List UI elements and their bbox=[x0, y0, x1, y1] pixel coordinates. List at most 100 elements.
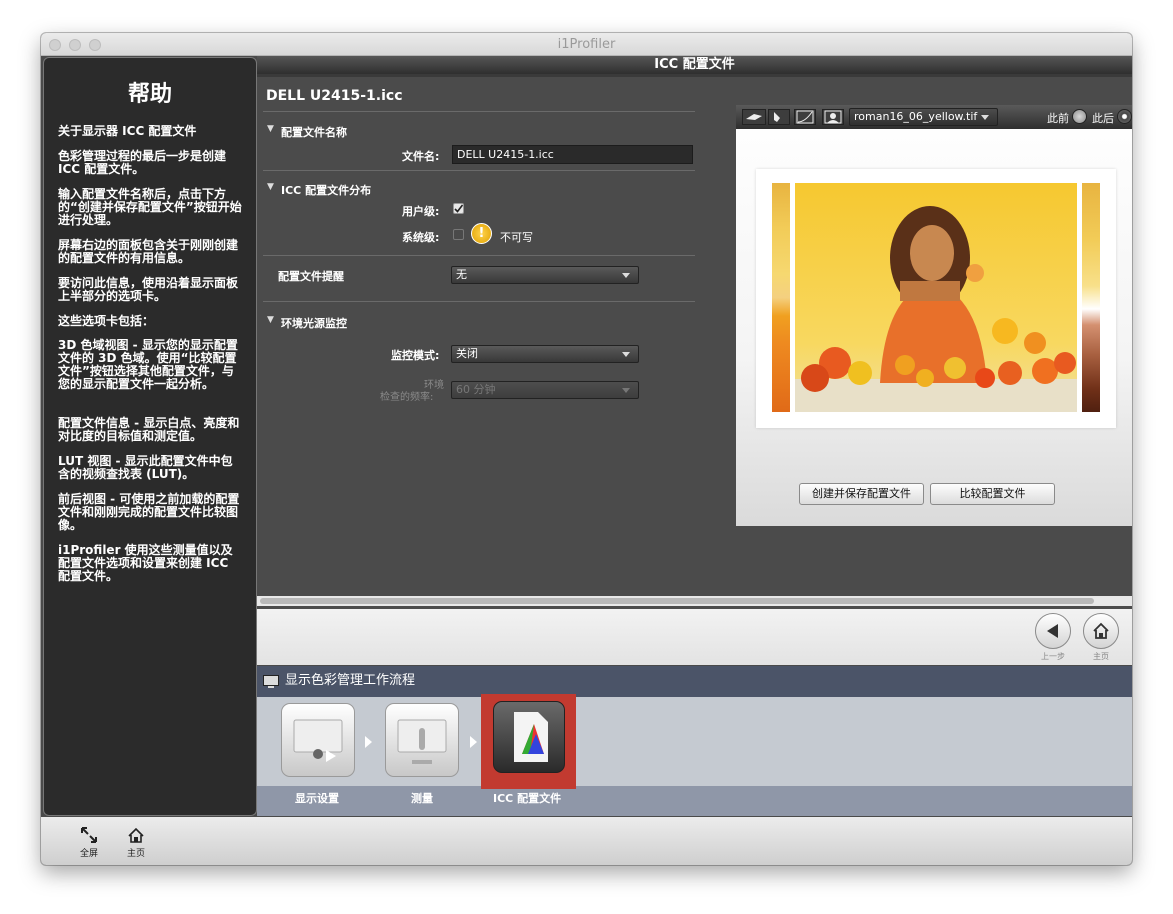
section-profile-distribution: ICC 配置文件分布 bbox=[281, 184, 372, 197]
navigation-area: 上一步 主页 bbox=[257, 609, 1132, 665]
back-label: 上一步 bbox=[1041, 652, 1065, 661]
app-window: i1Profiler 帮助 关于显示器 ICC 配置文件 色彩管理过程的最后一步… bbox=[41, 33, 1132, 865]
chevron-down-icon bbox=[622, 388, 630, 393]
divider bbox=[263, 111, 695, 112]
image-select-dropdown[interactable]: roman16_06_yellow.tif bbox=[849, 108, 998, 126]
home-icon bbox=[1093, 622, 1109, 639]
monitor-mode-dropdown[interactable]: 关闭 bbox=[451, 345, 639, 363]
step-icc-profile[interactable] bbox=[493, 701, 565, 773]
collapse-triangle-icon[interactable]: ▼ bbox=[267, 182, 274, 192]
main-header: ICC 配置文件 bbox=[257, 56, 1132, 74]
eye-view-icon[interactable] bbox=[742, 109, 766, 125]
help-paragraph: i1Profiler 使用这些测量值以及配置文件选项和设置来创建 ICC 配置文… bbox=[58, 543, 233, 583]
before-label: 此前 bbox=[1047, 112, 1069, 125]
window-title: i1Profiler bbox=[557, 37, 616, 52]
collapse-triangle-icon[interactable]: ▼ bbox=[267, 315, 274, 325]
user-level-checkbox[interactable] bbox=[453, 203, 464, 214]
chevron-down-icon bbox=[622, 273, 630, 278]
filename-input[interactable]: DELL U2415-1.icc bbox=[452, 145, 693, 164]
help-paragraph: LUT 视图 - 显示此配置文件中包含的视频查找表 (LUT)。 bbox=[58, 454, 233, 481]
help-title: 帮助 bbox=[127, 82, 172, 107]
chevron-down-icon bbox=[622, 352, 630, 357]
divider bbox=[263, 255, 695, 256]
fullscreen-icon[interactable] bbox=[81, 827, 97, 843]
main-panel: ICC 配置文件 DELL U2415-1.icc ▼ 配置文件名称 文件名: … bbox=[257, 56, 1132, 665]
system-level-checkbox[interactable] bbox=[453, 229, 464, 240]
help-paragraph: 关于显示器 ICC 配置文件 bbox=[58, 124, 197, 138]
measure-icon bbox=[397, 719, 447, 764]
after-radio[interactable] bbox=[1117, 109, 1132, 124]
arrow-right-icon bbox=[470, 736, 477, 748]
footer-home-label: 主页 bbox=[127, 849, 146, 859]
color-strip-left bbox=[772, 183, 790, 412]
scrollbar-thumb[interactable] bbox=[260, 598, 1094, 604]
checkmark-icon bbox=[454, 204, 464, 213]
step-display-settings[interactable] bbox=[281, 703, 355, 777]
reminder-dropdown[interactable]: 无 bbox=[451, 266, 639, 284]
help-paragraph: 3D 色域视图 - 显示您的显示配置文件的 3D 色域。使用“比较配置文件”按钮… bbox=[58, 338, 238, 391]
image-select-value: roman16_06_yellow.tif bbox=[854, 110, 978, 123]
icc-profile-icon bbox=[514, 712, 548, 762]
main-header-divider bbox=[257, 74, 1132, 77]
monitor-mode-label: 监控模式: bbox=[391, 349, 440, 362]
warning-icon: ! bbox=[471, 223, 492, 244]
help-paragraph: 配置文件信息 - 显示白点、亮度和对比度的目标值和测定值。 bbox=[58, 416, 240, 443]
step-label-display-settings: 显示设置 bbox=[295, 792, 339, 805]
footer-bar: 全屏 主页 bbox=[41, 817, 1132, 865]
home-icon[interactable] bbox=[128, 828, 144, 843]
check-frequency-label-2: 检查的频率: bbox=[380, 392, 434, 403]
preview-panel: roman16_06_yellow.tif 此前 此后 创建并保存配置文件 比较… bbox=[736, 105, 1132, 526]
step-label-icc-profile: ICC 配置文件 bbox=[493, 792, 562, 805]
reminder-label: 配置文件提醒 bbox=[278, 270, 344, 283]
system-level-label: 系统级: bbox=[402, 231, 440, 244]
help-paragraph: 输入配置文件名称后，点击下方的“创建并保存配置文件”按钮开始进行处理。 bbox=[58, 187, 242, 227]
compare-profile-button[interactable]: 比较配置文件 bbox=[930, 483, 1055, 505]
workflow-panel: 显示色彩管理工作流程 显示设置 测量 ICC 配置文件 bbox=[257, 666, 1132, 816]
portrait-view-icon[interactable] bbox=[822, 109, 844, 125]
step-label-measure: 测量 bbox=[411, 792, 433, 805]
help-paragraph: 色彩管理过程的最后一步是创建 ICC 配置文件。 bbox=[58, 149, 227, 176]
workflow-title: 显示色彩管理工作流程 bbox=[285, 673, 416, 688]
divider bbox=[263, 301, 695, 302]
collapse-triangle-icon[interactable]: ▼ bbox=[267, 124, 274, 134]
help-paragraph: 屏幕右边的面板包含关于刚刚创建的配置文件的有用信息。 bbox=[58, 238, 239, 265]
curve-view-icon[interactable] bbox=[794, 109, 816, 125]
color-strip-right bbox=[1082, 183, 1100, 412]
check-frequency-value: 60 分钟 bbox=[456, 383, 496, 396]
help-panel: 帮助 关于显示器 ICC 配置文件 色彩管理过程的最后一步是创建 ICC 配置文… bbox=[43, 57, 257, 816]
display-settings-icon bbox=[293, 719, 343, 762]
fullscreen-label: 全屏 bbox=[80, 849, 99, 859]
portrait-photo bbox=[795, 183, 1077, 412]
monitor-icon bbox=[263, 675, 279, 688]
create-save-profile-button[interactable]: 创建并保存配置文件 bbox=[799, 483, 924, 505]
not-writable-label: 不可写 bbox=[500, 231, 533, 244]
left-arrow-icon bbox=[1047, 624, 1058, 638]
after-label: 此后 bbox=[1092, 112, 1114, 125]
back-button[interactable] bbox=[1035, 613, 1071, 649]
home-label: 主页 bbox=[1093, 652, 1109, 661]
section-ambient-monitoring: 环境光源监控 bbox=[281, 317, 347, 330]
user-level-label: 用户级: bbox=[402, 205, 440, 218]
before-radio[interactable] bbox=[1072, 109, 1087, 124]
filename-label: 文件名: bbox=[402, 150, 440, 163]
horizontal-scrollbar[interactable] bbox=[257, 596, 1132, 606]
preview-toolbar: roman16_06_yellow.tif 此前 此后 bbox=[736, 105, 1132, 129]
arrow-right-icon bbox=[365, 736, 372, 748]
title-bar: i1Profiler bbox=[41, 33, 1132, 56]
help-paragraph: 这些选项卡包括： bbox=[58, 314, 155, 328]
step-measure[interactable] bbox=[385, 703, 459, 777]
reminder-value: 无 bbox=[456, 268, 467, 281]
divider bbox=[263, 170, 695, 171]
help-paragraph: 要访问此信息，使用沿着显示面板上半部分的选项卡。 bbox=[58, 276, 239, 303]
section-profile-name: 配置文件名称 bbox=[281, 126, 347, 139]
workflow-header: 显示色彩管理工作流程 bbox=[257, 666, 1132, 697]
preview-image-card bbox=[756, 169, 1116, 428]
check-frequency-dropdown[interactable]: 60 分钟 bbox=[451, 381, 639, 399]
help-paragraph: 前后视图 - 可使用之前加载的配置文件和刚刚完成的配置文件比较图像。 bbox=[58, 492, 240, 532]
swatch-view-icon[interactable] bbox=[768, 109, 790, 125]
profile-name-title: DELL U2415-1.icc bbox=[266, 88, 403, 104]
chevron-down-icon bbox=[981, 115, 989, 120]
workflow-band bbox=[257, 786, 1132, 816]
home-button[interactable] bbox=[1083, 613, 1119, 649]
monitor-mode-value: 关闭 bbox=[456, 347, 478, 360]
